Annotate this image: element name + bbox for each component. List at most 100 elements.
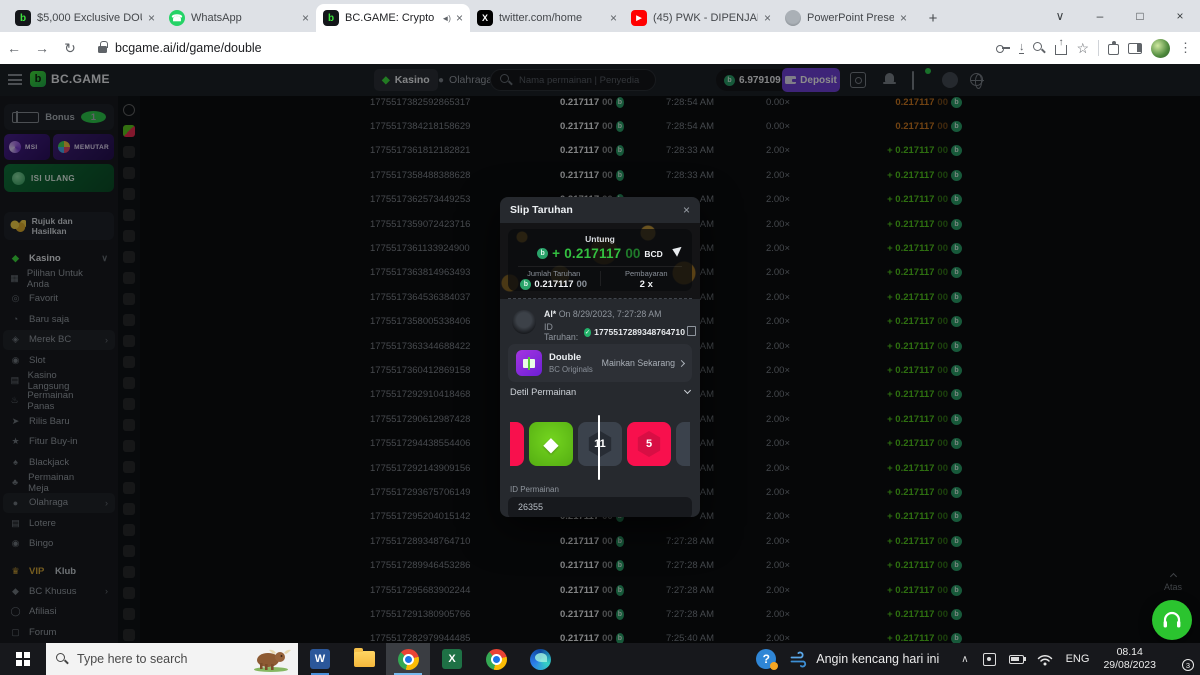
bookmark-star-icon[interactable]: ☆ [1076,40,1089,57]
bet-slip-modal: Slip Taruhan × Untung b + 0.21711700 BCD [500,197,700,517]
browser-tab[interactable]: ☎ WhatsApp ◄) × [162,4,316,32]
profit-banner: Untung b + 0.21711700 BCD Jumlah Taruhan… [500,223,700,299]
game-id-label: ID Permainan [510,485,559,494]
taskbar-chrome-icon[interactable] [474,643,518,675]
reload-button[interactable]: ↻ [56,40,84,57]
browser-tab-strip: b $5,000 Exclusive DOU ◄) × ☎ WhatsApp ◄… [0,0,1200,32]
taskbar-chrome-active-icon[interactable] [386,643,430,675]
taskbar-weather[interactable]: Angin kencang hari ini [790,650,939,668]
wifi-icon[interactable] [1037,653,1053,666]
game-detail-toggle[interactable]: Detil Permainan [510,387,690,397]
taskbar-clock[interactable]: 08.14 29/08/2023 [1103,646,1156,672]
tab-title: (45) PWK - DIPENJARA [653,12,758,24]
result-tile: 5 ◆ [627,422,671,466]
profile-avatar[interactable] [1151,39,1170,58]
chevron-down-icon [684,387,691,394]
divider [1098,40,1099,56]
tab-title: WhatsApp [191,12,296,24]
modal-close-icon[interactable]: × [683,203,690,217]
start-button[interactable] [0,643,46,675]
get-help-icon[interactable]: ? [756,649,776,669]
browser-tab[interactable]: b BC.GAME: Crypto ◄) × [316,4,470,32]
tab-close-icon[interactable]: × [456,11,463,25]
bet-datetime: On 8/29/2023, 7:27:28 AM [559,309,662,319]
result-tile: ◆ [529,422,573,466]
zoom-icon[interactable] [1033,42,1046,55]
bcgame-page: b BC.GAME ◆ Kasino ● Olahraga Nama perma… [0,64,1200,643]
time-text: 08.14 [1103,646,1156,659]
tab-favicon: b [323,10,339,26]
taskbar-edge-icon[interactable] [518,643,562,675]
browser-tab[interactable]: b $5,000 Exclusive DOU ◄) × [8,4,162,32]
taskbar-excel-icon[interactable]: X [430,643,474,675]
user-avatar[interactable] [512,310,536,334]
tab-favicon: X [477,10,493,26]
tab-favicon: ▶ [631,10,647,26]
taskbar-search-input[interactable]: Type here to search [46,643,298,675]
tab-audio-icon[interactable]: ◄) [441,14,450,23]
modal-title: Slip Taruhan [510,204,573,216]
bcd-coin-icon: b [520,279,531,290]
game-id-input[interactable]: 26355 [508,497,692,517]
bet-amount-label: Jumlah Taruhan [508,269,600,278]
https-lock-icon[interactable] [98,46,107,53]
result-tile: ◆ [510,422,524,466]
game-provider: BC Originals [549,365,593,374]
tab-close-icon[interactable]: × [148,11,155,25]
tab-search-chevron-icon[interactable]: ∨ [1040,9,1080,23]
search-highlight-ox-image[interactable] [252,646,292,672]
tab-favicon: ☎ [169,10,185,26]
extensions-icon[interactable] [1108,44,1119,55]
support-chat-button[interactable] [1152,600,1192,640]
taskbar-word-icon[interactable]: W [298,643,342,675]
play-now-link[interactable]: Mainkan Sekarang [602,358,684,368]
currency-label: BCD [644,249,662,259]
tray-app-icon[interactable] [983,653,996,666]
weather-text: Angin kencang hari ini [816,652,939,666]
share-icon[interactable] [1055,45,1067,55]
new-tab-button[interactable]: + [920,5,946,31]
result-tile: ◆ [676,422,690,466]
copy-icon[interactable] [689,328,695,336]
desktop-screen: b $5,000 Exclusive DOU ◄) × ☎ WhatsApp ◄… [0,0,1200,675]
payout-label: Pembayaran [601,269,693,278]
bcd-coin-icon: b [537,248,548,259]
taskbar-file-explorer-icon[interactable] [342,643,386,675]
payout-value: 2 x [601,279,693,290]
tab-close-icon[interactable]: × [610,11,617,25]
window-minimize-button[interactable]: – [1080,9,1120,23]
tab-close-icon[interactable]: × [764,11,771,25]
result-selector-line [598,415,600,480]
chevron-right-icon [678,359,685,366]
battery-icon[interactable] [1009,655,1024,664]
window-maximize-button[interactable]: □ [1120,9,1160,23]
password-key-icon[interactable] [996,41,1010,55]
download-icon[interactable]: ↓ [1019,42,1025,54]
tile-number: 5 [636,431,662,457]
profit-label: Untung [508,234,692,244]
back-button[interactable]: ← [0,40,28,56]
dashed-divider [508,298,692,299]
windows-taskbar: Type here to search W X ? [0,643,1200,675]
bet-amount-value: 0.217117 [534,279,573,290]
url-text[interactable]: bcgame.ai/id/game/double [115,41,262,55]
forward-button[interactable]: → [28,40,56,56]
tile-number: 11 [587,431,613,457]
tab-close-icon[interactable]: × [900,11,907,25]
window-close-button[interactable]: × [1160,9,1200,23]
tab-close-icon[interactable]: × [302,11,309,25]
tab-title: BC.GAME: Crypto [345,12,435,24]
language-indicator[interactable]: ENG [1066,653,1090,665]
browser-tab[interactable]: PowerPoint Presentati ◄) × [778,4,914,32]
browser-menu-icon[interactable]: ⋮ [1179,40,1192,56]
game-card[interactable]: Double BC Originals Mainkan Sekarang [508,344,692,382]
diamond-gem-icon: ◆ [543,432,558,457]
tray-chevron-icon[interactable]: ∧ [961,654,968,665]
tab-favicon [785,10,801,26]
date-text: 29/08/2023 [1103,659,1156,672]
browser-tab[interactable]: ▶ (45) PWK - DIPENJARA ◄) × [624,4,778,32]
browser-tab[interactable]: X twitter.com/home ◄) × [470,4,624,32]
notification-center-icon[interactable]: 3 [1172,651,1190,667]
side-panel-icon[interactable] [1128,43,1142,54]
browser-address-bar: ← → ↻ bcgame.ai/id/game/double ↓ ☆ ⋮ [0,32,1200,64]
